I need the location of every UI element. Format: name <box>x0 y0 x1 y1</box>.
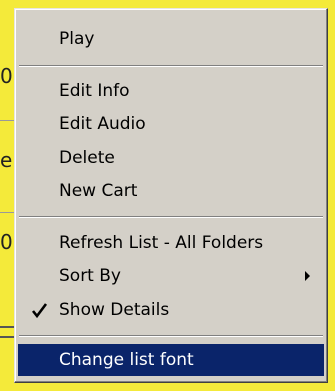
menu-item-play[interactable]: Play <box>18 23 324 55</box>
menu-item-sort-by-label: Sort By <box>59 266 121 286</box>
menu-item-new-cart[interactable]: New Cart <box>18 175 324 207</box>
context-menu: Play Edit Info Edit Audio Delete New Car… <box>14 8 328 383</box>
menu-item-show-details[interactable]: Show Details <box>18 294 324 326</box>
menu-separator <box>19 65 323 67</box>
background-divider <box>0 212 14 213</box>
checkmark-icon <box>31 303 48 319</box>
menu-item-refresh-list[interactable]: Refresh List - All Folders <box>18 227 324 259</box>
menu-item-edit-audio[interactable]: Edit Audio <box>18 108 324 140</box>
background-text-fragment: 0 <box>0 232 13 252</box>
menu-item-edit-info[interactable]: Edit Info <box>18 75 324 107</box>
background-text-fragment: 0 <box>0 66 13 86</box>
submenu-arrow-icon <box>305 271 310 281</box>
background-divider <box>0 326 14 338</box>
menu-item-delete[interactable]: Delete <box>18 142 324 174</box>
menu-item-sort-by[interactable]: Sort By <box>18 260 324 292</box>
menu-separator <box>19 216 323 218</box>
background-divider <box>0 120 14 121</box>
background-text-fragment: e <box>0 150 13 170</box>
menu-separator <box>19 335 323 337</box>
menu-item-change-list-font[interactable]: Change list font <box>18 344 324 376</box>
menu-item-show-details-label: Show Details <box>59 300 170 320</box>
